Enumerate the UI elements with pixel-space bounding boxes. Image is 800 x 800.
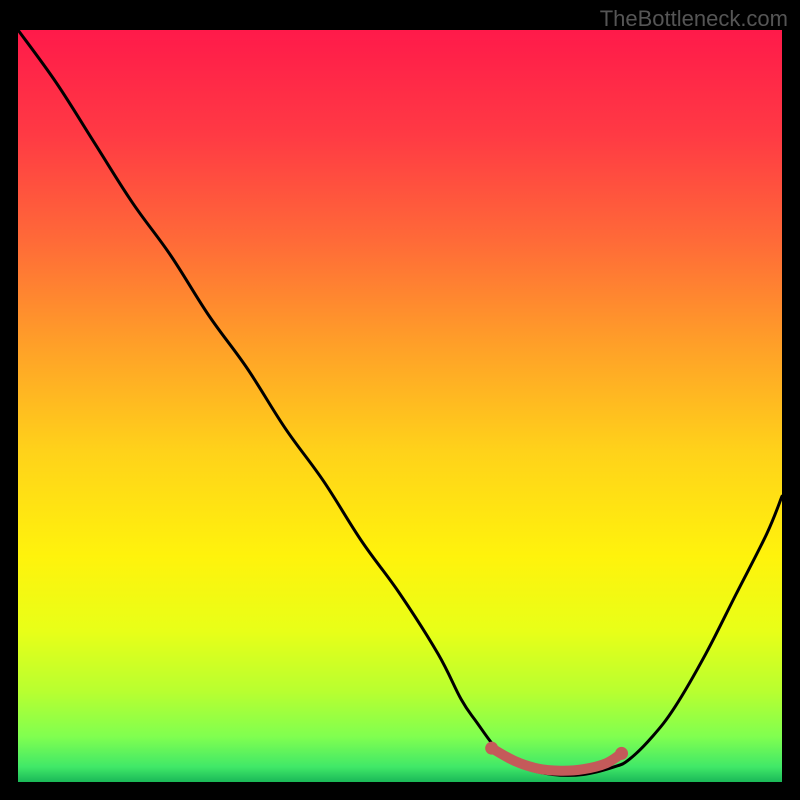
highlight-dot xyxy=(615,747,628,760)
chart-curve-layer xyxy=(18,30,782,782)
watermark-text: TheBottleneck.com xyxy=(600,6,788,32)
bottleneck-curve-line xyxy=(18,30,782,775)
optimal-range-highlight xyxy=(492,748,622,771)
highlight-dot xyxy=(485,742,498,755)
chart-plot-area xyxy=(18,30,782,782)
